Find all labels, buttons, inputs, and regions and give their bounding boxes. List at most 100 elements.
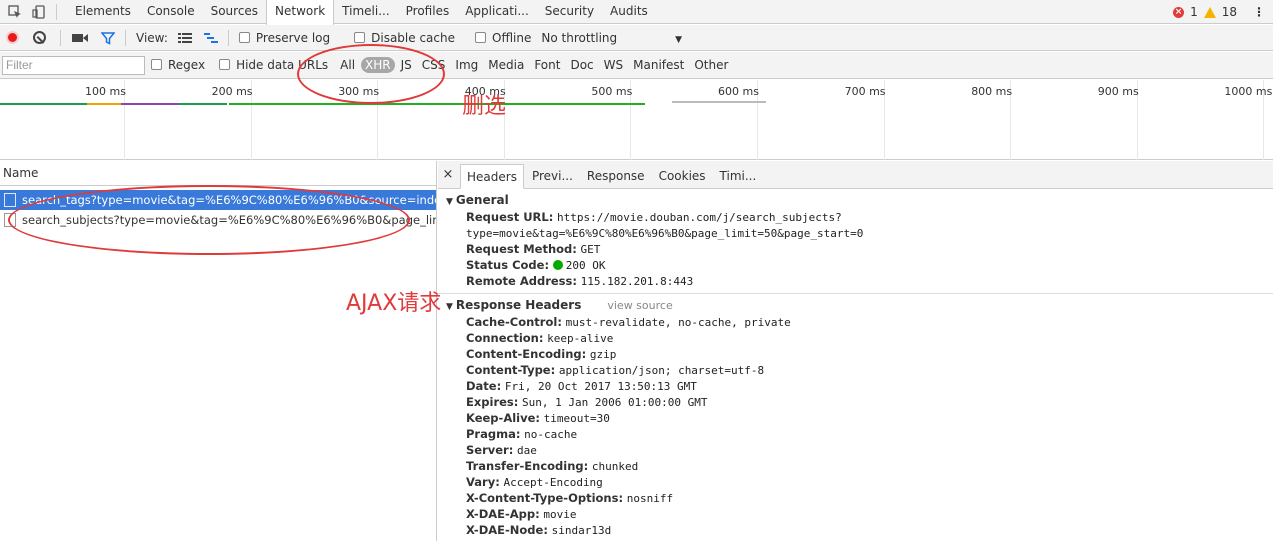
collapse-triangle-icon: ▼ <box>446 197 453 207</box>
tab-applicati[interactable]: Applicati... <box>457 0 537 24</box>
large-rows-icon[interactable] <box>176 29 194 47</box>
filter-type-media[interactable]: Media <box>484 57 528 73</box>
filter-input[interactable] <box>2 55 145 75</box>
header-key: Pragma: <box>466 427 521 441</box>
offline-checkbox[interactable]: Offline <box>475 31 531 45</box>
tab-sources[interactable]: Sources <box>203 0 266 24</box>
header-value: gzip <box>589 348 617 361</box>
response-header-row: X-DAE-Node: sindar13d <box>438 522 1273 538</box>
response-header-row: Server: dae <box>438 442 1273 458</box>
request-method-key: Request Method: <box>466 242 577 256</box>
close-icon[interactable]: × <box>438 161 458 188</box>
regex-checkbox[interactable]: Regex <box>151 58 205 72</box>
header-value: nosniff <box>626 492 674 505</box>
timeline-tick-label: 700 ms <box>844 85 886 98</box>
status-indicators: × 1 18 ⋮ <box>1173 0 1265 24</box>
record-button[interactable] <box>6 31 19 44</box>
details-tab-response[interactable]: Response <box>581 164 651 188</box>
checkbox[interactable] <box>354 31 366 43</box>
remote-address-key: Remote Address: <box>466 274 577 288</box>
request-url-row: Request URL: https://movie.douban.com/j/… <box>438 209 1273 225</box>
name-column-header[interactable]: Name <box>0 161 436 186</box>
waterfall-view-icon[interactable] <box>202 29 220 47</box>
device-toolbar-icon[interactable] <box>30 3 48 21</box>
header-value: dae <box>516 444 537 457</box>
header-value: no-cache <box>524 428 578 441</box>
filter-icon[interactable] <box>99 29 117 47</box>
checkbox[interactable] <box>219 59 231 70</box>
filter-type-font[interactable]: Font <box>530 57 564 73</box>
timeline-tick-label: 100 ms <box>85 85 126 98</box>
warning-count[interactable]: 18 <box>1222 5 1237 19</box>
annotation-ajax-note: AJAX请求 <box>346 291 442 316</box>
header-value: Sun, 1 Jan 2006 01:00:00 GMT <box>522 396 708 409</box>
timeline-tick-label: 200 ms <box>211 85 253 98</box>
capture-screenshots-icon[interactable] <box>71 29 89 47</box>
request-url-value: https://movie.douban.com/j/search_subjec… <box>557 211 842 224</box>
more-options-icon[interactable]: ⋮ <box>1253 5 1265 19</box>
details-tab-headers[interactable]: Headers <box>460 164 524 189</box>
filter-type-manifest[interactable]: Manifest <box>629 57 688 73</box>
response-header-row: Transfer-Encoding: chunked <box>438 458 1273 474</box>
header-key: Date: <box>466 379 502 393</box>
separator <box>125 29 126 46</box>
filter-type-doc[interactable]: Doc <box>566 57 597 73</box>
timeline-tick-label: 500 ms <box>591 85 633 98</box>
tab-console[interactable]: Console <box>139 0 203 24</box>
response-headers-section-header[interactable]: ▼ Response Headers view source <box>438 296 1273 314</box>
filter-type-other[interactable]: Other <box>690 57 732 73</box>
tab-audits[interactable]: Audits <box>602 0 656 24</box>
header-key: X-Content-Type-Options: <box>466 491 624 505</box>
filter-type-img[interactable]: Img <box>451 57 482 73</box>
header-key: Cache-Control: <box>466 315 562 329</box>
remote-address-value: 115.182.201.8:443 <box>580 275 694 288</box>
status-ok-icon <box>552 260 563 270</box>
header-key: X-DAE-App: <box>466 507 540 521</box>
details-tab-timi[interactable]: Timi... <box>714 164 763 188</box>
throttling-select[interactable]: No throttling ▼ <box>541 31 682 45</box>
response-header-row: Date: Fri, 20 Oct 2017 13:50:13 GMT <box>438 378 1273 394</box>
timeline-overview[interactable]: 100 ms 200 ms 300 ms 400 ms 500 ms 600 ms 700 … <box>0 80 1273 160</box>
warning-icon[interactable] <box>1203 6 1216 18</box>
checkbox[interactable] <box>151 59 162 70</box>
panel-tabs: Elements Console Sources Network Timeli... Pr… <box>67 0 656 25</box>
response-header-row: Vary: Accept-Encoding <box>438 474 1273 490</box>
checkbox[interactable] <box>238 31 250 43</box>
clear-icon[interactable] <box>33 31 46 44</box>
waterfall-bar <box>87 103 121 105</box>
inspect-element-icon[interactable] <box>6 3 24 21</box>
preserve-log-label: Preserve log <box>255 30 331 45</box>
section-divider <box>438 293 1273 294</box>
error-icon[interactable]: × <box>1173 6 1185 18</box>
checkbox[interactable] <box>475 31 486 43</box>
separator <box>60 29 61 46</box>
tab-network[interactable]: Network <box>266 0 335 25</box>
tab-timeli[interactable]: Timeli... <box>334 0 397 24</box>
header-key: Keep-Alive: <box>466 411 540 425</box>
header-value: movie <box>543 508 577 521</box>
header-key: Expires: <box>466 395 519 409</box>
view-source-link[interactable]: view source <box>607 299 672 312</box>
details-tab-cookies[interactable]: Cookies <box>653 164 712 188</box>
tab-security[interactable]: Security <box>537 0 602 24</box>
preserve-log-checkbox[interactable]: Preserve log <box>238 30 331 45</box>
timeline-tick-label: 600 ms <box>718 85 759 98</box>
status-code-key: Status Code: <box>466 258 550 272</box>
annotation-filter-note: 删选 <box>462 94 507 119</box>
response-header-row: Keep-Alive: timeout=30 <box>438 410 1273 426</box>
waterfall-bar <box>121 103 179 105</box>
general-section-header[interactable]: ▼ General <box>438 191 1273 209</box>
error-count[interactable]: 1 <box>1190 5 1198 19</box>
annotation-ellipse-requests <box>8 185 410 255</box>
details-tab-previ[interactable]: Previ... <box>526 164 579 188</box>
offline-label: Offline <box>492 30 532 45</box>
tab-elements[interactable]: Elements <box>67 0 139 24</box>
filter-type-ws[interactable]: WS <box>600 57 627 73</box>
remote-address-row: Remote Address: 115.182.201.8:443 <box>438 273 1273 289</box>
header-value: application/json; charset=utf-8 <box>558 364 765 377</box>
response-header-row: Connection: keep-alive <box>438 330 1273 346</box>
disable-cache-checkbox[interactable]: Disable cache <box>354 31 455 45</box>
tab-profiles[interactable]: Profiles <box>398 0 458 24</box>
request-url-row-cont: type=movie&tag=%E6%9C%80%E6%96%B0&page_l… <box>438 225 1273 241</box>
disable-cache-label: Disable cache <box>371 30 455 45</box>
